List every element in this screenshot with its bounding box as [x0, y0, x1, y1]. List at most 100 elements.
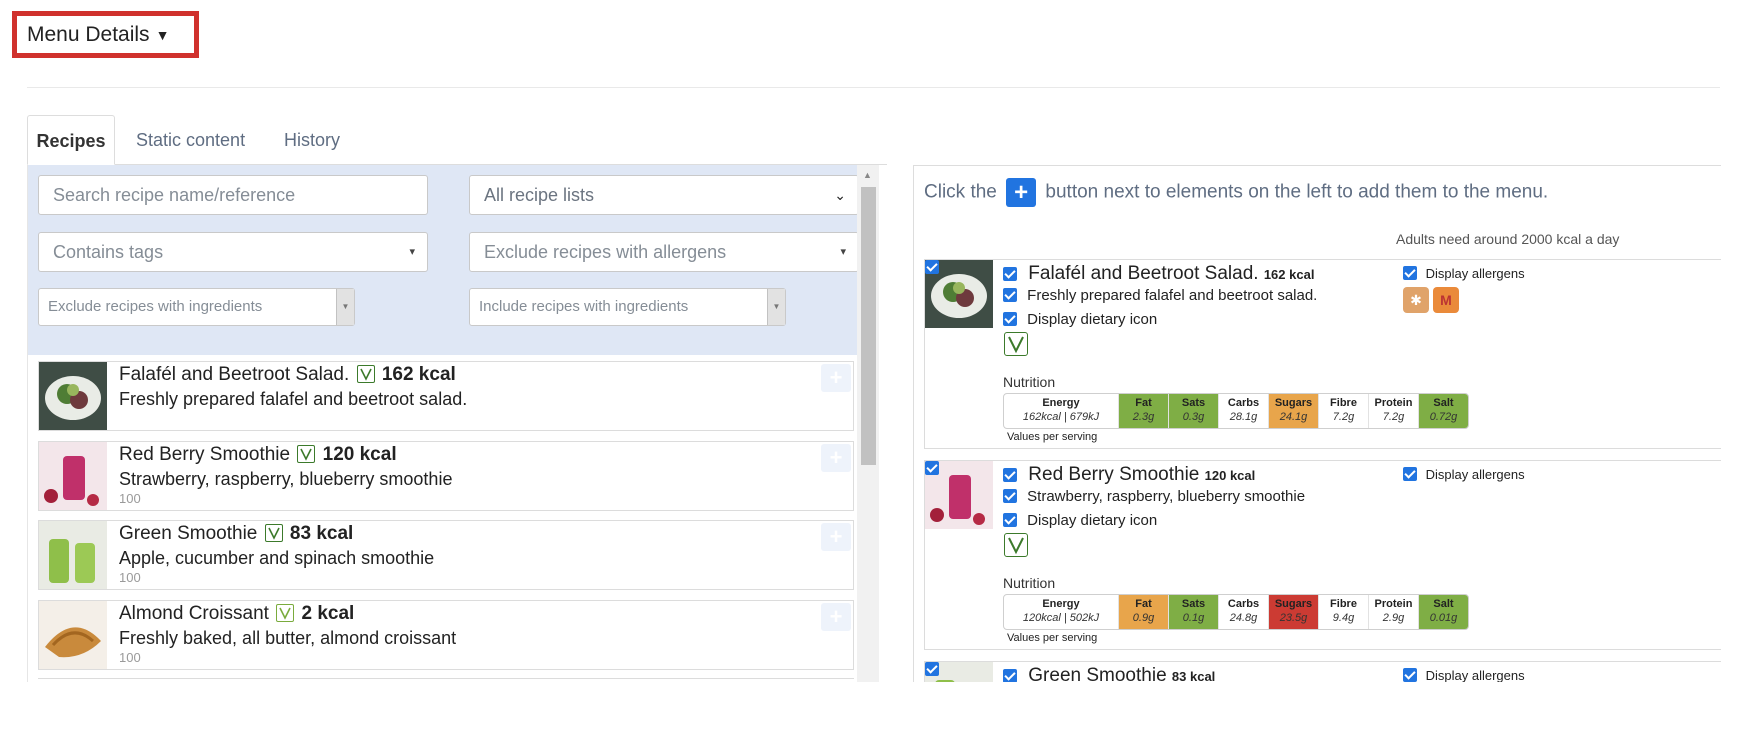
vegan-icon: [264, 524, 283, 542]
recipe-description: Strawberry, raspberry, blueberry smoothi…: [119, 469, 453, 489]
nutrient-cell-salt: Salt 0.72g: [1418, 394, 1468, 428]
search-input-placeholder: Search recipe name/reference: [53, 185, 296, 205]
recipe-image: [39, 601, 107, 669]
adults-kcal-note: Adults need around 2000 kcal a day: [1396, 231, 1620, 247]
recipe-title: Almond Croissant: [119, 603, 269, 624]
nutrient-cell-fibre: Fibre 9.4g: [1318, 595, 1368, 629]
nutrient-value: 0.72g: [1429, 411, 1458, 423]
display-allergens-checkbox[interactable]: [1403, 266, 1417, 280]
tab-static-content[interactable]: Static content: [120, 115, 261, 165]
recipe-reference: 100: [119, 491, 141, 506]
recipe-lists-value: All recipe lists: [484, 185, 595, 205]
nutrient-cell-sugars: Sugars 23.5g: [1268, 595, 1318, 629]
vegan-icon: [356, 365, 375, 383]
menu-item-title: Falafél and Beetroot Salad.: [1028, 263, 1259, 284]
nutrient-value: 9.4g: [1332, 612, 1355, 624]
exclude-ingredients-select[interactable]: Exclude recipes with ingredients ▼: [38, 288, 355, 326]
description-row: Strawberry, raspberry, blueberry smoothi…: [1003, 488, 1305, 505]
recipe-card[interactable]: Red Berry Smoothie 120 kcal Strawberry, …: [38, 441, 854, 511]
show-description-checkbox[interactable]: [1003, 288, 1017, 302]
display-allergens-row: Display allergens: [1403, 668, 1525, 682]
nutrient-value: 24.1g: [1279, 411, 1308, 423]
vegan-icon: [297, 445, 316, 463]
include-item-checkbox[interactable]: [925, 260, 939, 274]
include-item-checkbox[interactable]: [925, 461, 939, 475]
recipe-card[interactable]: Green Smoothie 83 kcal Apple, cucumber a…: [38, 520, 854, 590]
include-ingredients-select[interactable]: Include recipes with ingredients ▼: [469, 288, 786, 326]
add-recipe-button[interactable]: +: [821, 364, 851, 392]
recipes-panel: Search recipe name/reference All recipe …: [27, 165, 887, 682]
tags-select[interactable]: Contains tags ▾: [38, 232, 428, 272]
recipe-image: [39, 362, 107, 430]
scrollbar-thumb[interactable]: [861, 187, 876, 465]
nutrient-cell-fibre: Fibre 7.2g: [1318, 394, 1368, 428]
add-recipe-button[interactable]: +: [821, 523, 851, 551]
nutrient-name: Sugars: [1274, 397, 1313, 409]
display-dietary-icon-checkbox[interactable]: [1003, 513, 1017, 527]
title-row: Red Berry Smoothie 120 kcal: [1003, 464, 1255, 486]
recipe-title: Red Berry Smoothie: [119, 444, 291, 465]
tab-recipes[interactable]: Recipes: [27, 115, 115, 165]
search-input[interactable]: Search recipe name/reference: [38, 175, 428, 215]
caret-down-icon: ▾: [840, 246, 846, 258]
menu-details-dropdown[interactable]: Menu Details ▼: [12, 11, 199, 58]
menu-item-description: Strawberry, raspberry, blueberry smoothi…: [1027, 488, 1306, 505]
nutrient-value: 2.3g: [1132, 411, 1155, 423]
allergens-select[interactable]: Exclude recipes with allergens ▾: [469, 232, 859, 272]
recipe-title-row: Red Berry Smoothie 120 kcal: [119, 444, 397, 466]
caret-down-icon: ▼: [155, 26, 170, 43]
nutrient-cell-salt: Salt 0.01g: [1418, 595, 1468, 629]
display-allergens-label: Display allergens: [1425, 467, 1525, 482]
recipe-kcal: 120 kcal: [322, 444, 397, 465]
tab-history[interactable]: History: [268, 115, 356, 165]
nutrient-name: Carbs: [1227, 397, 1260, 409]
title-row: Falafél and Beetroot Salad. 162 kcal: [1003, 263, 1314, 285]
display-allergens-checkbox[interactable]: [1403, 467, 1417, 481]
recipe-lists-select[interactable]: All recipe lists ⌄: [469, 175, 859, 215]
show-title-checkbox[interactable]: [1003, 468, 1017, 482]
add-recipe-button[interactable]: +: [821, 603, 851, 631]
dropdown-arrow-icon[interactable]: ▼: [767, 289, 785, 325]
show-description-checkbox[interactable]: [1003, 489, 1017, 503]
include-ingredients-placeholder: Include recipes with ingredients: [479, 298, 689, 315]
recipe-kcal: 162 kcal: [381, 364, 456, 385]
dropdown-arrow-icon[interactable]: ▼: [336, 289, 354, 325]
nutrient-name: Protein: [1374, 397, 1413, 409]
divider: [27, 87, 1720, 88]
recipe-title-row: Green Smoothie 83 kcal: [119, 523, 353, 545]
nutrient-value: 7.2g: [1382, 411, 1405, 423]
recipe-card[interactable]: Almond Croissant 2 kcal Freshly baked, a…: [38, 600, 854, 670]
show-title-checkbox[interactable]: [1003, 267, 1017, 281]
nutrient-value: 0.1g: [1182, 612, 1205, 624]
nutrient-cell-fat: Fat 2.3g: [1118, 394, 1168, 428]
gluten-icon: ✱: [1403, 287, 1429, 313]
recipe-card[interactable]: Falafél and Beetroot Salad. 162 kcal Fre…: [38, 361, 854, 431]
show-title-checkbox[interactable]: [1003, 669, 1017, 682]
recipe-image: [39, 442, 107, 510]
include-item-checkbox[interactable]: [925, 662, 939, 676]
menu-item: Falafél and Beetroot Salad. 162 kcal Fre…: [924, 259, 1721, 449]
left-scrollbar[interactable]: ▲: [857, 165, 879, 682]
energy-header: Energy: [1042, 598, 1080, 610]
scroll-up-icon[interactable]: ▲: [863, 170, 872, 180]
recipe-description: Freshly prepared falafel and beetroot sa…: [119, 389, 468, 409]
display-allergens-label: Display allergens: [1425, 668, 1525, 682]
nutrient-cell-sats: Sats 0.1g: [1168, 595, 1218, 629]
description-row: Freshly prepared falafel and beetroot sa…: [1003, 287, 1317, 304]
nutrient-name: Sugars: [1274, 598, 1313, 610]
nutrient-cell-protein: Protein 2.9g: [1368, 595, 1418, 629]
display-dietary-icon-label: Display dietary icon: [1027, 512, 1158, 529]
recipe-reference: 100: [119, 570, 141, 585]
vegan-icon: [1004, 533, 1028, 557]
nutrient-value: 0.9g: [1132, 612, 1155, 624]
add-recipe-button[interactable]: +: [821, 444, 851, 472]
nutrient-value: 2.9g: [1382, 612, 1405, 624]
milk-icon: M: [1433, 287, 1459, 313]
display-allergens-checkbox[interactable]: [1403, 668, 1417, 682]
display-dietary-icon-checkbox[interactable]: [1003, 312, 1017, 326]
nutrient-name: Salt: [1433, 397, 1454, 409]
vegan-icon: [1004, 332, 1028, 356]
nutrient-name: Fibre: [1330, 397, 1357, 409]
menu-item-kcal: 162 kcal: [1263, 267, 1315, 282]
energy-value: 162kcal | 679kJ: [1022, 411, 1100, 423]
